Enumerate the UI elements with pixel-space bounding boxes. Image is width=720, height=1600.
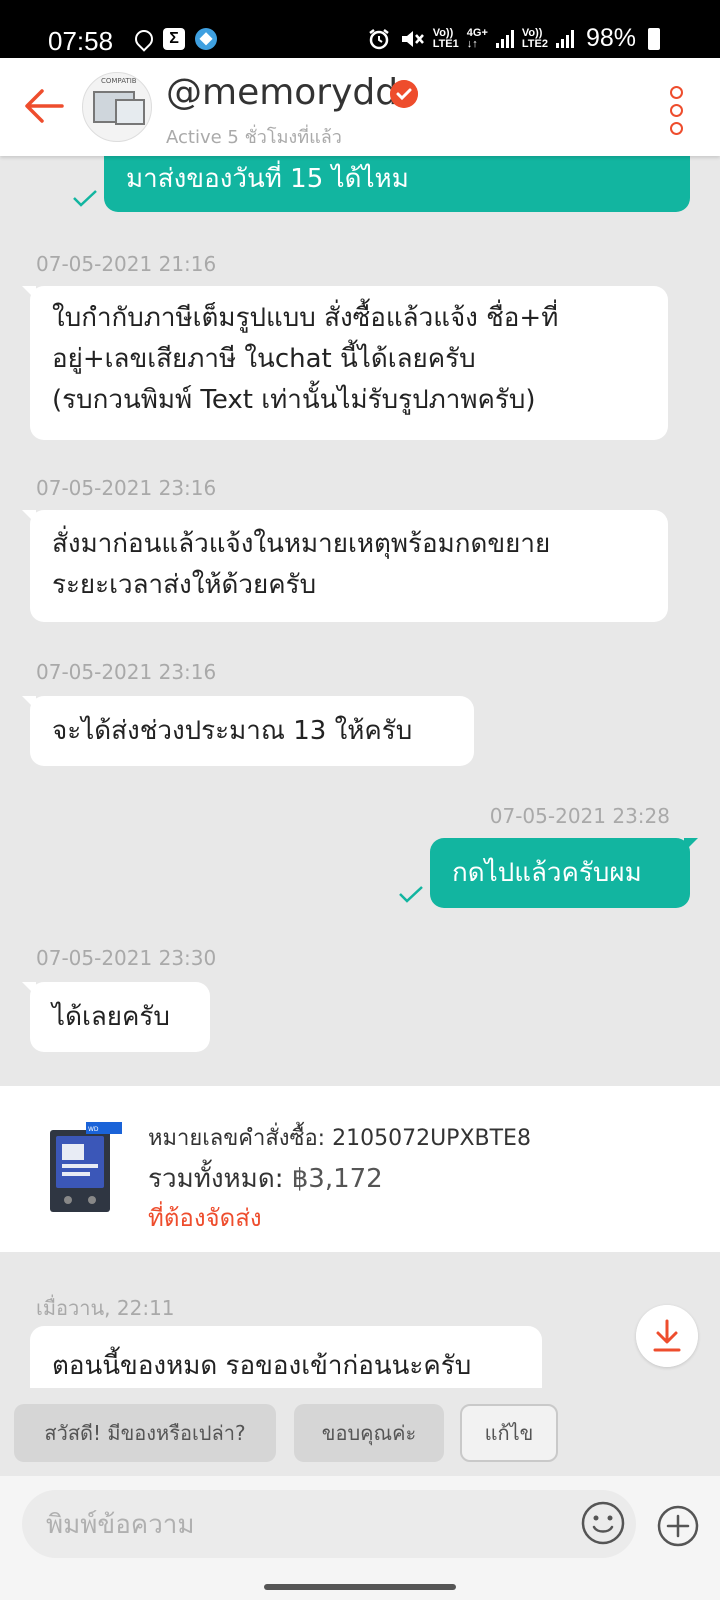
home-indicator: [264, 1584, 456, 1590]
order-number-label: หมายเลขคำสั่งซื้อ:: [148, 1126, 326, 1151]
message-timestamp: 07-05-2021 23:28: [489, 804, 670, 828]
message-timestamp: 07-05-2021 21:16: [36, 252, 217, 276]
location-icon: [131, 26, 157, 52]
sent-check-icon: [399, 886, 423, 903]
verified-badge-icon: [390, 80, 418, 108]
chat-header: COMPATIB @memorydd Active 5 ชั่วโมงที่แล…: [0, 58, 720, 156]
add-attachment-icon[interactable]: [656, 1504, 700, 1548]
message-bubble-incoming[interactable]: จะได้ส่งช่วงประมาณ 13 ให้ครับ: [22, 696, 474, 766]
message-input-container: [22, 1490, 636, 1560]
status-notification-icons: Σ ◆: [131, 26, 217, 52]
sigma-app-icon: Σ: [163, 28, 185, 50]
message-input-bar: [0, 1476, 720, 1600]
scroll-to-bottom-icon[interactable]: [636, 1305, 698, 1367]
signal-1-icon: [495, 29, 514, 48]
message-bubble-outgoing[interactable]: มาส่งของวันที่ 15 ได้ไหม: [104, 156, 690, 212]
sim2-label: Vo)) LTE2: [521, 26, 548, 50]
sim1-label: Vo)) LTE1: [432, 26, 459, 50]
battery-percent: 98%: [585, 24, 636, 52]
message-line: (รบกวนพิมพ์ Text เท่านั้นไม่รับรูปภาพครั…: [52, 385, 536, 415]
battery-icon: [648, 27, 660, 50]
message-timestamp: เมื่อวาน, 22:11: [36, 1296, 175, 1320]
quick-replies-bar: สวัสดี! มีของหรือเปล่า? ขอบคุณค่ะ แก้ไข: [0, 1388, 720, 1476]
shop-name[interactable]: @memorydd: [166, 72, 398, 113]
message-bubble-incoming[interactable]: ใบกำกับภาษีเต็มรูปแบบ สั่งซื้อแล้วแจ้ง ช…: [22, 286, 668, 440]
message-text: ตอนนี้ของหมด รอของเข้าก่อนนะครับ: [52, 1351, 472, 1381]
message-timestamp: 07-05-2021 23:30: [36, 946, 217, 970]
message-input[interactable]: [44, 1490, 578, 1560]
back-arrow-icon[interactable]: [22, 86, 66, 126]
product-thumbnail: WD: [50, 1122, 122, 1212]
message-text: กดไปแล้วครับผม: [452, 858, 642, 888]
order-total-label: รวมทั้งหมด:: [148, 1164, 284, 1194]
message-timestamp: 07-05-2021 23:16: [36, 476, 217, 500]
shop-avatar[interactable]: COMPATIB: [82, 72, 152, 142]
sent-check-icon: [73, 190, 97, 207]
message-line: อยู่+เลขเสียภาษี ในchat นี้ได้เลยครับ: [52, 344, 476, 374]
message-text: ได้เลยครับ: [52, 1002, 170, 1032]
edit-quick-replies-button[interactable]: แก้ไข: [460, 1404, 558, 1462]
quick-reply-chip[interactable]: สวัสดี! มีของหรือเปล่า?: [14, 1404, 276, 1462]
signal-2-icon: [555, 29, 574, 48]
order-total-line: รวมทั้งหมด: ฿3,172: [148, 1158, 383, 1199]
message-text: จะได้ส่งช่วงประมาณ 13 ให้ครับ: [52, 716, 413, 746]
status-right-icons: Vo)) LTE1 4G+ ↓↑ Vo)) LTE2 98%: [367, 24, 660, 53]
order-number-line: หมายเลขคำสั่งซื้อ: 2105072UPXBTE8: [148, 1120, 531, 1155]
status-time: 07:58: [48, 26, 114, 56]
message-line: สั่งมาก่อนแล้วแจ้งในหมายเหตุพร้อมกดขยาย: [52, 529, 551, 559]
emoji-icon[interactable]: [580, 1500, 626, 1546]
order-status: ที่ต้องจัดส่ง: [148, 1204, 262, 1232]
active-status: Active 5 ชั่วโมงที่แล้ว: [166, 127, 342, 148]
mute-icon: [401, 30, 424, 47]
message-line: ใบกำกับภาษีเต็มรูปแบบ สั่งซื้อแล้วแจ้ง ช…: [52, 303, 559, 333]
message-line: ระยะเวลาส่งให้ด้วยครับ: [52, 570, 317, 600]
avatar-text: COMPATIB: [101, 77, 137, 85]
message-bubble-incoming[interactable]: ตอนนี้ของหมด รอของเข้าก่อนนะครับ: [30, 1326, 542, 1388]
message-bubble-incoming[interactable]: สั่งมาก่อนแล้วแจ้งในหมายเหตุพร้อมกดขยาย …: [22, 510, 668, 622]
product-brand-logo: WD: [88, 1126, 99, 1133]
message-bubble-incoming[interactable]: ได้เลยครับ: [22, 982, 210, 1052]
alarm-icon: [368, 28, 389, 49]
order-number: 2105072UPXBTE8: [332, 1126, 531, 1151]
quick-reply-chip[interactable]: ขอบคุณค่ะ: [294, 1404, 444, 1462]
order-card[interactable]: WD หมายเลขคำสั่งซื้อ: 2105072UPXBTE8 รวม…: [0, 1086, 720, 1252]
more-options-icon[interactable]: [670, 86, 684, 135]
message-text: มาส่งของวันที่ 15 ได้ไหม: [126, 164, 409, 194]
network-type: 4G+ ↓↑: [466, 26, 488, 50]
message-timestamp: 07-05-2021 23:16: [36, 660, 217, 684]
order-total: ฿3,172: [291, 1164, 383, 1194]
status-bar: 07:58 Σ ◆ Vo)) LTE1 4G+ ↓↑ Vo)) LTE2 98%: [0, 0, 720, 58]
vpn-icon: ◆: [195, 28, 217, 50]
message-bubble-outgoing[interactable]: กดไปแล้วครับผม: [430, 838, 698, 908]
